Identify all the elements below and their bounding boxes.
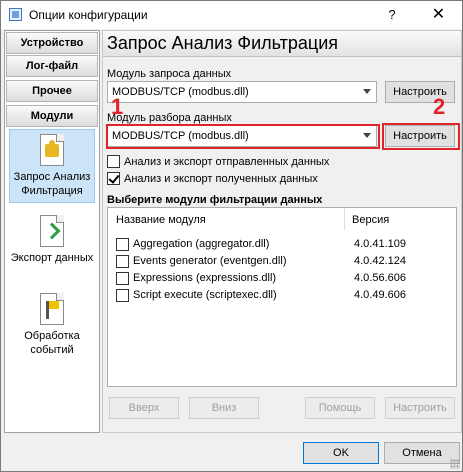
export-icon <box>38 215 66 249</box>
cancel-button[interactable]: Отмена <box>384 442 460 464</box>
column-header-name[interactable]: Название модуля <box>116 214 206 226</box>
resize-grip-icon[interactable] <box>450 459 460 469</box>
query-module-label: Модуль запроса данных <box>107 68 232 80</box>
table-row[interactable]: Script execute (scriptexec.dll) 4.0.49.6… <box>108 287 456 304</box>
sidebar-item-data-export[interactable]: Экспорт данных <box>9 211 95 281</box>
close-icon: ✕ <box>431 6 446 23</box>
sidebar-item-label: Экспорт данных <box>10 252 94 264</box>
filter-section-title: Выберите модули фильтрации данных <box>107 194 323 206</box>
received-data-label: Анализ и экспорт полученных данных <box>124 173 318 185</box>
filter-checkbox[interactable] <box>116 238 129 251</box>
page-title: Запрос Анализ Фильтрация <box>107 33 339 53</box>
filter-version: 4.0.56.606 <box>354 272 406 284</box>
annotation-box-one <box>106 124 380 149</box>
help-button[interactable]: Помощь <box>305 397 375 419</box>
filter-name: Expressions (expressions.dll) <box>133 272 277 284</box>
sent-data-checkbox[interactable] <box>107 155 120 168</box>
filter-name: Events generator (eventgen.dll) <box>133 255 287 267</box>
move-up-button[interactable]: Вверх <box>109 397 179 419</box>
filter-checkbox[interactable] <box>116 289 129 302</box>
parser-module-label: Модуль разбора данных <box>107 112 232 124</box>
filter-name: Script execute (scriptexec.dll) <box>133 289 277 301</box>
event-flag-icon <box>38 293 66 327</box>
window-title: Опции конфигурации <box>29 8 148 22</box>
column-divider[interactable] <box>344 208 345 230</box>
column-header-version[interactable]: Версия <box>352 214 389 226</box>
table-row[interactable]: Expressions (expressions.dll) 4.0.56.606 <box>108 270 456 287</box>
dialog-footer: OK Отмена <box>1 434 462 471</box>
table-row[interactable]: Events generator (eventgen.dll) 4.0.42.1… <box>108 253 456 270</box>
filter-name: Aggregation (aggregator.dll) <box>133 238 270 250</box>
filter-config-button[interactable]: Настроить <box>385 397 455 419</box>
sidebar-item-event-handling[interactable]: Обработка событий <box>9 289 95 359</box>
query-module-value: MODBUS/TCP (modbus.dll) <box>112 86 249 98</box>
move-down-button[interactable]: Вниз <box>189 397 259 419</box>
nav-group-modules[interactable]: Модули <box>6 105 98 127</box>
annotation-box-two <box>382 123 460 150</box>
table-row[interactable]: Aggregation (aggregator.dll) 4.0.41.109 <box>108 236 456 253</box>
sidebar-item-label: Обработка событий <box>24 330 80 356</box>
filter-version: 4.0.42.124 <box>354 255 406 267</box>
received-data-checkbox[interactable] <box>107 172 120 185</box>
ok-button[interactable]: OK <box>303 442 379 464</box>
title-bar: Опции конфигурации ? ✕ <box>1 1 462 29</box>
chevron-down-icon <box>363 89 371 94</box>
filter-version: 4.0.41.109 <box>354 238 406 250</box>
filter-modules-list: Название модуля Версия Aggregation (aggr… <box>107 207 457 387</box>
settings-panel: Запрос Анализ Фильтрация Модуль запроса … <box>102 30 462 433</box>
nav-group-device[interactable]: Устройство <box>6 32 98 54</box>
filter-checkbox[interactable] <box>116 255 129 268</box>
nav-group-misc[interactable]: Прочее <box>6 80 98 102</box>
sent-data-label: Анализ и экспорт отправленных данных <box>124 156 330 168</box>
annotation-number-one: 1 <box>111 94 124 119</box>
help-title-button[interactable]: ? <box>369 1 415 29</box>
config-options-window: Опции конфигурации ? ✕ Устройство Лог-фа… <box>0 0 463 472</box>
close-button[interactable]: ✕ <box>415 1 462 29</box>
nav-group-log-file[interactable]: Лог-файл <box>6 55 98 77</box>
app-icon <box>9 8 22 21</box>
filter-checkbox[interactable] <box>116 272 129 285</box>
annotation-number-two: 2 <box>433 94 446 119</box>
sidebar: Устройство Лог-файл Прочее Модули Запрос… <box>4 30 100 433</box>
sidebar-item-label: Запрос Анализ Фильтрация <box>13 171 91 197</box>
puzzle-icon <box>38 134 66 168</box>
panel-header: Запрос Анализ Фильтрация <box>103 31 461 57</box>
query-module-select[interactable]: MODBUS/TCP (modbus.dll) <box>107 81 377 103</box>
sidebar-item-query-analysis-filter[interactable]: Запрос Анализ Фильтрация <box>9 129 95 203</box>
filter-version: 4.0.49.606 <box>354 289 406 301</box>
